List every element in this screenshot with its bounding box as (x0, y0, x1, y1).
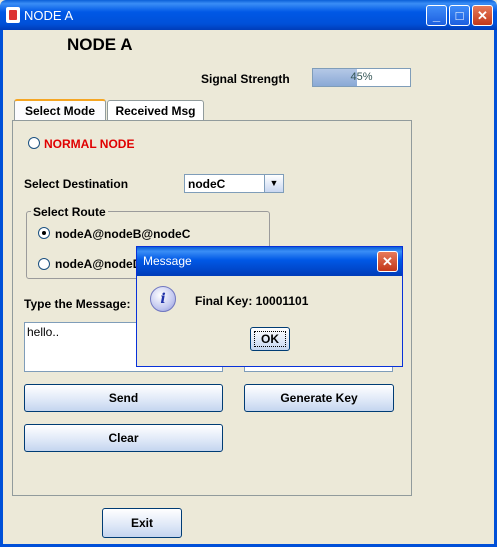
dialog-message: Final Key: 10001101 (195, 294, 309, 308)
route-radio-abc[interactable] (38, 227, 50, 239)
type-message-label: Type the Message: (24, 297, 131, 311)
clear-button[interactable]: Clear (24, 424, 223, 452)
exit-button[interactable]: Exit (102, 508, 182, 538)
destination-selected-value: nodeC (188, 177, 226, 191)
send-button[interactable]: Send (24, 384, 223, 412)
dialog-close-button[interactable]: ✕ (377, 251, 398, 272)
window-title: NODE A (24, 8, 74, 23)
minimize-button[interactable]: _ (426, 5, 447, 26)
route-label-abc: nodeA@nodeB@nodeC (55, 227, 191, 241)
normal-node-radio[interactable] (28, 137, 40, 149)
message-dialog: Message ✕ i Final Key: 10001101 OK (136, 246, 403, 367)
route-label-ad: nodeA@nodeD (55, 257, 142, 271)
dialog-title: Message (143, 254, 192, 268)
maximize-button[interactable]: □ (449, 5, 470, 26)
close-button[interactable]: ✕ (472, 5, 493, 26)
normal-node-label: NORMAL NODE (44, 137, 135, 151)
java-app-icon (6, 7, 20, 23)
window-frame-left (0, 30, 3, 547)
select-route-title: Select Route (31, 205, 108, 219)
info-icon: i (150, 286, 176, 312)
signal-strength-bar: 45% (312, 68, 411, 87)
select-destination-label: Select Destination (24, 177, 129, 191)
route-radio-ad[interactable] (38, 258, 50, 270)
node-heading: NODE A (67, 35, 133, 54)
generate-key-button[interactable]: Generate Key (244, 384, 394, 412)
ok-button[interactable]: OK (250, 327, 290, 351)
tab-select-mode[interactable]: Select Mode (14, 99, 106, 121)
dialog-title-bar[interactable]: Message ✕ (137, 247, 402, 276)
destination-select[interactable]: nodeC ▼ (184, 174, 284, 193)
chevron-down-icon[interactable]: ▼ (264, 175, 283, 192)
tab-received-msg[interactable]: Received Msg (107, 100, 204, 121)
signal-strength-label: Signal Strength (201, 72, 290, 86)
window-title-bar[interactable] (0, 0, 497, 30)
signal-strength-value: 45% (350, 71, 373, 83)
